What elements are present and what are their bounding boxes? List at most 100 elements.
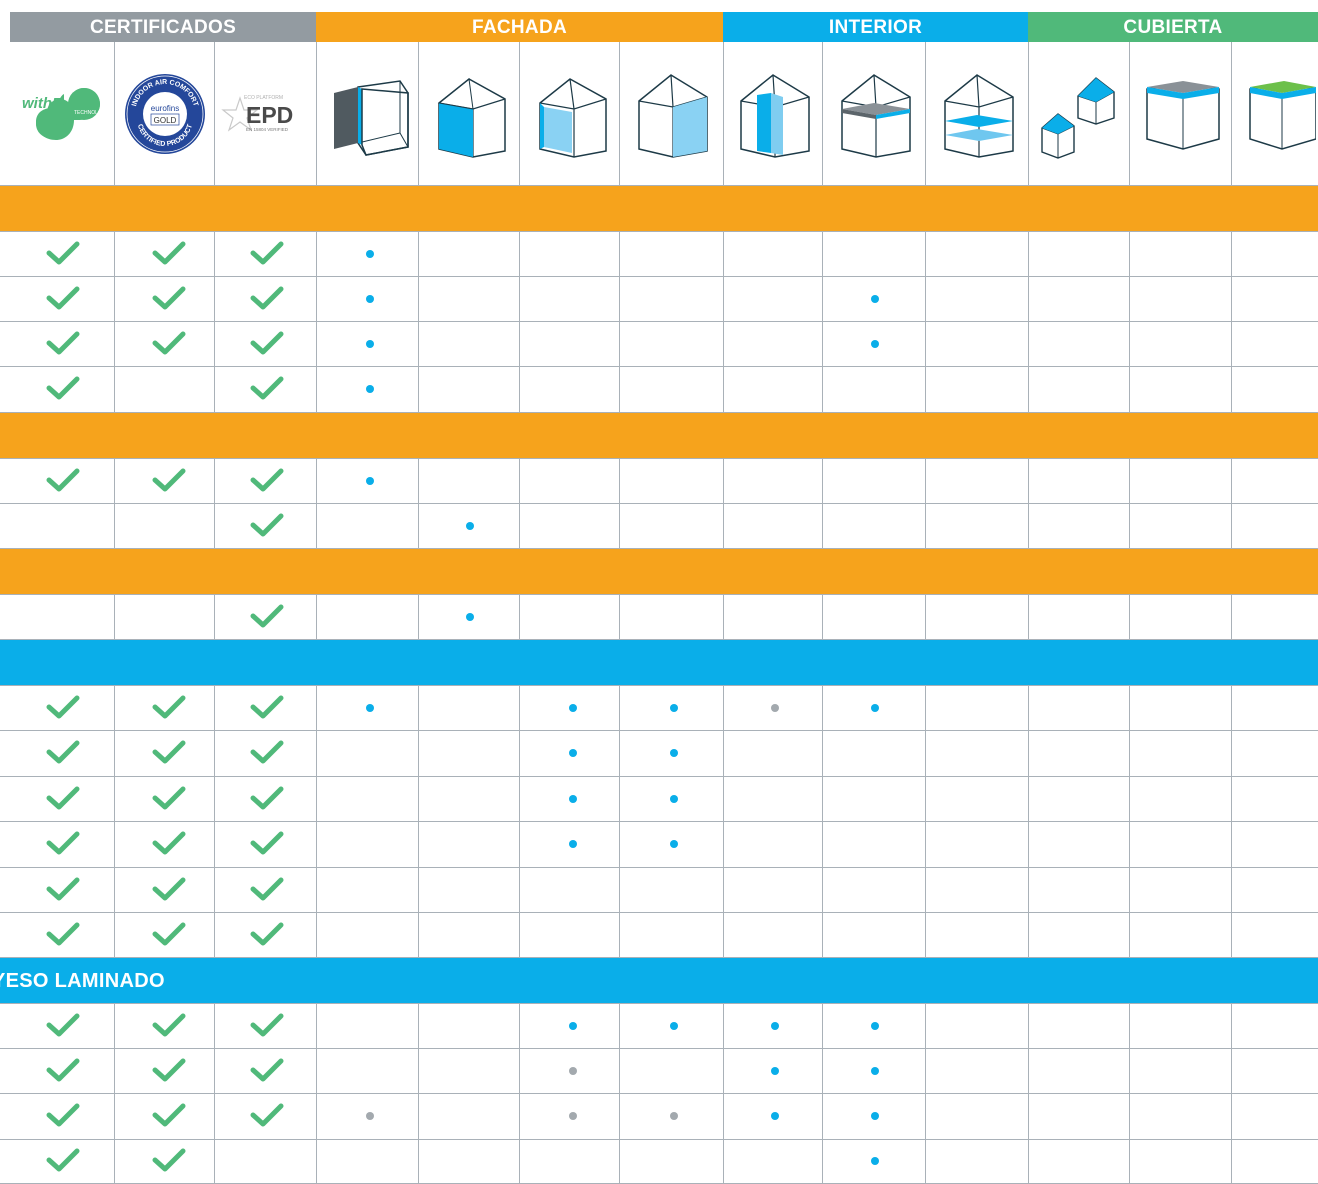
grid-line <box>1129 594 1130 639</box>
check-icon <box>152 830 186 861</box>
check-icon <box>250 240 284 271</box>
grid-line <box>214 1048 215 1093</box>
grid-line <box>316 594 317 639</box>
grid-line <box>822 1003 823 1048</box>
grid-line <box>0 685 1318 686</box>
grid-line <box>0 867 1318 868</box>
grid-line <box>214 1093 215 1139</box>
check-icon <box>46 240 80 271</box>
grid-line <box>1028 730 1029 776</box>
blue-dot-indicator <box>670 794 678 803</box>
grid-line <box>214 276 215 321</box>
grid-line <box>1231 594 1232 639</box>
grid-line <box>1231 321 1232 366</box>
withe-technology-logo: withE TECHNOLOGY <box>10 42 114 185</box>
grid-line <box>519 1003 520 1048</box>
grid-line <box>10 231 11 276</box>
grid-line <box>1129 821 1130 867</box>
grid-line <box>418 1048 419 1093</box>
epd-top: ECO PLATFORM <box>244 95 283 101</box>
grid-line <box>214 42 215 185</box>
grid-line <box>316 685 317 730</box>
grid-line <box>418 730 419 776</box>
grid-line <box>114 458 115 503</box>
grid-line <box>1129 912 1130 957</box>
grid-line <box>619 503 620 548</box>
grid-line <box>519 821 520 867</box>
grid-line <box>925 685 926 730</box>
grid-line <box>1129 366 1130 412</box>
grid-line <box>214 912 215 957</box>
blue-dot-indicator <box>670 840 678 848</box>
grid-line <box>1129 231 1130 276</box>
blue-dot-indicator <box>670 749 678 757</box>
section-header-5 <box>0 412 1318 458</box>
grey-dot-indicator <box>366 1112 374 1120</box>
grid-line <box>0 503 1318 504</box>
grid-line <box>519 458 520 503</box>
grid-line <box>519 366 520 412</box>
grid-line <box>822 231 823 276</box>
band-cubierta: CUBIERTA <box>1028 12 1318 42</box>
grid-line <box>723 821 724 867</box>
grid-line <box>10 776 11 821</box>
grid-line <box>925 594 926 639</box>
grid-line <box>619 867 620 912</box>
blue-dot-indicator <box>871 339 879 348</box>
grid-line <box>1231 42 1232 185</box>
grid-line <box>1231 867 1232 912</box>
grid-line <box>619 1093 620 1139</box>
grid-line <box>822 503 823 548</box>
grid-line <box>723 276 724 321</box>
blue-dot-indicator <box>569 840 577 848</box>
grid-line <box>1129 503 1130 548</box>
check-icon <box>46 467 80 498</box>
grid-line <box>316 42 317 185</box>
grid-line <box>723 1003 724 1048</box>
check-icon <box>250 1102 284 1133</box>
grid-line <box>316 821 317 867</box>
grid-line <box>0 730 1318 731</box>
band-fachada: FACHADA <box>316 12 723 42</box>
check-icon <box>152 1057 186 1088</box>
facade-blue-wall-icon <box>419 42 519 185</box>
grid-line <box>214 1003 215 1048</box>
grid-line <box>519 594 520 639</box>
grid-line <box>418 1139 419 1183</box>
grid-line <box>822 42 823 185</box>
grid-line <box>723 1048 724 1093</box>
grid-line <box>822 821 823 867</box>
blue-dot-indicator <box>871 703 879 712</box>
grid-line <box>1028 912 1029 957</box>
blue-dot-indicator <box>871 1157 879 1165</box>
eurofins-level: GOLD <box>153 116 176 125</box>
grid-line <box>1028 276 1029 321</box>
grid-line <box>619 276 620 321</box>
check-icon <box>250 285 284 316</box>
grid-line <box>619 321 620 366</box>
grid-line <box>1129 458 1130 503</box>
grid-line <box>418 1093 419 1139</box>
check-icon <box>46 921 80 952</box>
grid-line <box>0 912 1318 913</box>
grid-line <box>925 867 926 912</box>
grid-line <box>316 276 317 321</box>
grid-line <box>723 458 724 503</box>
grid-line <box>418 594 419 639</box>
grid-line <box>214 685 215 730</box>
grid-line <box>822 776 823 821</box>
grid-line <box>10 321 11 366</box>
grid-line <box>925 458 926 503</box>
grid-line <box>925 821 926 867</box>
grid-line <box>723 776 724 821</box>
grid-line <box>723 594 724 639</box>
grid-line <box>1028 1093 1029 1139</box>
check-icon <box>250 1057 284 1088</box>
grid-line <box>723 1139 724 1183</box>
grid-line <box>925 366 926 412</box>
grid-line <box>822 1048 823 1093</box>
grid-line <box>0 1093 1318 1094</box>
grid-line <box>214 730 215 776</box>
grid-line <box>1028 1048 1029 1093</box>
grid-line <box>418 458 419 503</box>
